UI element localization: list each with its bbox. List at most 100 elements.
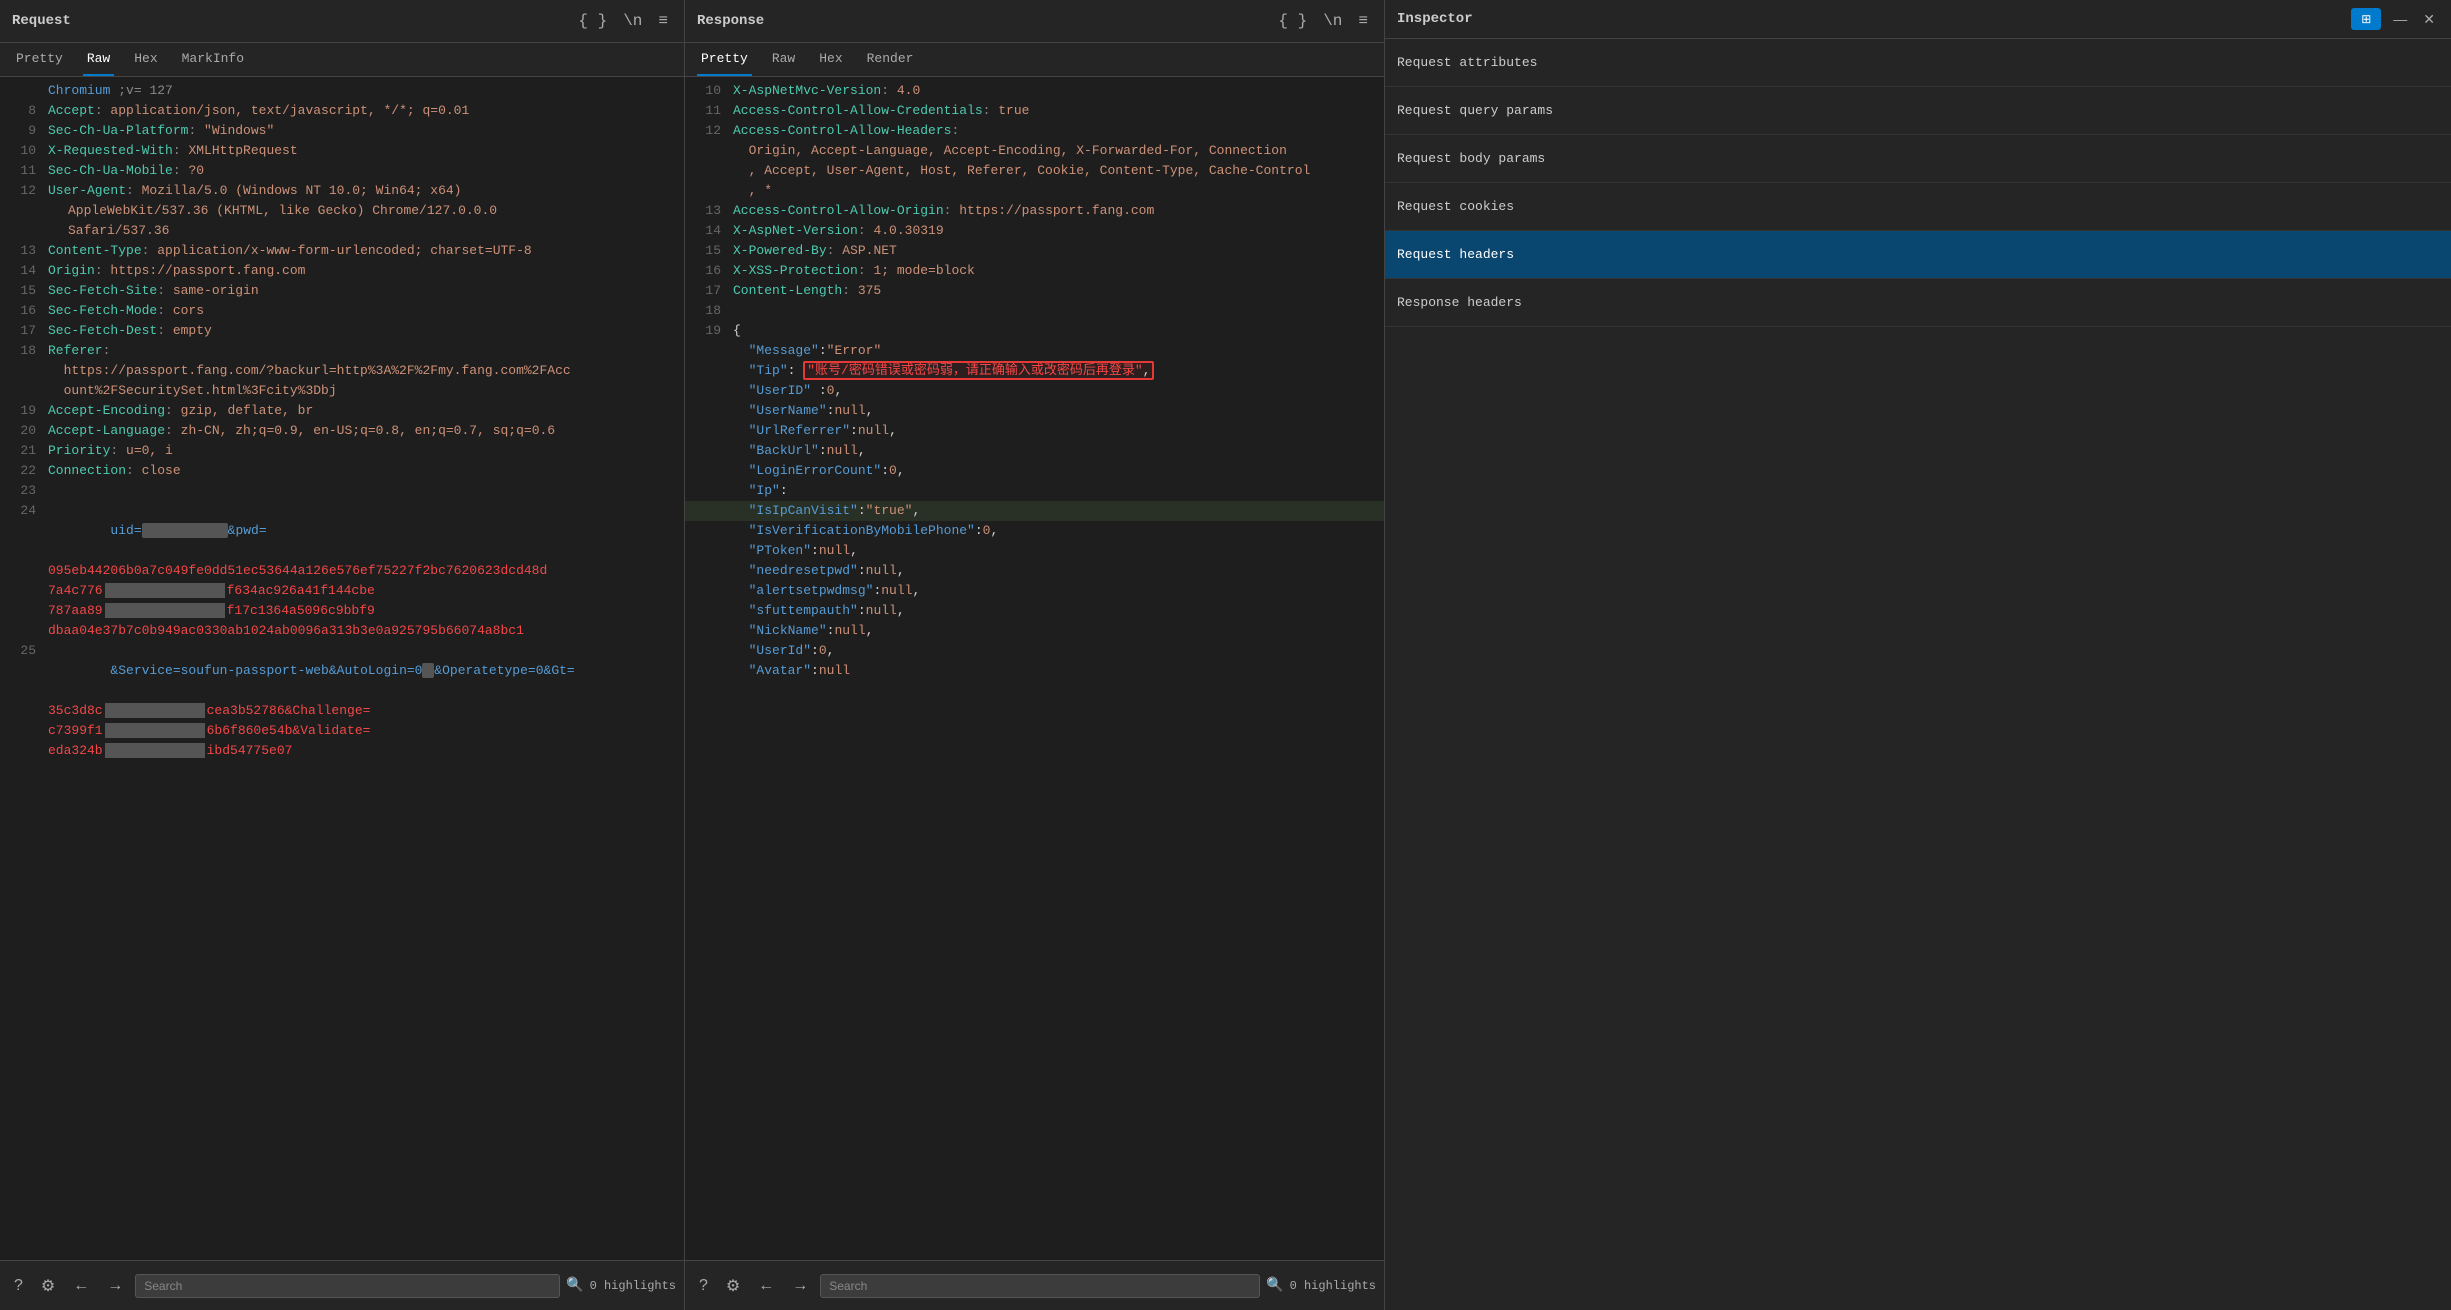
code-line: 14 X-AspNet-Version: 4.0.30319	[685, 221, 1384, 241]
inspector-item-response-headers[interactable]: Response headers	[1385, 279, 2451, 327]
code-line: "sfuttempauth":null,	[685, 601, 1384, 621]
request-toolbar: { } \n ≡	[574, 8, 672, 34]
code-line: Chromium ;v= 127	[0, 81, 684, 101]
code-line: 35c3d8ccea3b52786&Challenge=	[0, 701, 684, 721]
code-line: "IsVerificationByMobilePhone":0,	[685, 521, 1384, 541]
response-panel: Response { } \n ≡ Pretty Raw Hex Render …	[685, 0, 1385, 1310]
code-line: 20 Accept-Language: zh-CN, zh;q=0.9, en-…	[0, 421, 684, 441]
code-line: "UserName":null,	[685, 401, 1384, 421]
back-btn-response[interactable]: ←	[752, 1273, 780, 1299]
tab-pretty-response[interactable]: Pretty	[697, 43, 752, 76]
forward-btn[interactable]: →	[101, 1273, 129, 1299]
code-line: 13 Access-Control-Allow-Origin: https://…	[685, 201, 1384, 221]
settings-btn[interactable]: ⚙	[35, 1272, 61, 1300]
code-line: "BackUrl":null,	[685, 441, 1384, 461]
format-btn[interactable]: { }	[574, 8, 611, 34]
request-bottom-bar: ? ⚙ ← → 🔍 0 highlights	[0, 1260, 684, 1310]
code-line: "Ip":	[685, 481, 1384, 501]
code-line: 22 Connection: close	[0, 461, 684, 481]
newline-btn-response[interactable]: \n	[1319, 8, 1346, 34]
code-line: 11 Sec-Ch-Ua-Mobile: ?0	[0, 161, 684, 181]
request-title: Request	[12, 13, 71, 29]
code-line: 21 Priority: u=0, i	[0, 441, 684, 461]
code-line: "UserId":0,	[685, 641, 1384, 661]
code-line: "NickName":null,	[685, 621, 1384, 641]
response-title: Response	[697, 13, 764, 29]
code-line: 19 Accept-Encoding: gzip, deflate, br	[0, 401, 684, 421]
code-line: 23	[0, 481, 684, 501]
response-toolbar: { } \n ≡	[1274, 8, 1372, 34]
code-line: 25 &Service=soufun-passport-web&AutoLogi…	[0, 641, 684, 701]
tab-raw-response[interactable]: Raw	[768, 43, 799, 76]
code-line: 16 X-XSS-Protection: 1; mode=block	[685, 261, 1384, 281]
response-highlights: 0 highlights	[1290, 1279, 1376, 1293]
settings-btn-response[interactable]: ⚙	[720, 1272, 746, 1300]
response-header: Response { } \n ≡	[685, 0, 1384, 43]
forward-btn-response[interactable]: →	[786, 1273, 814, 1299]
code-line: 787aa89f17c1364a5096c9bbf9	[0, 601, 684, 621]
code-line: "LoginErrorCount":0,	[685, 461, 1384, 481]
inspector-panel: Inspector ⊞ — ✕ Request attributes Reque…	[1385, 0, 2451, 1310]
code-line: 19 {	[685, 321, 1384, 341]
request-search-input[interactable]	[135, 1274, 560, 1298]
code-line: eda324bibd54775e07	[0, 741, 684, 761]
help-btn-response[interactable]: ?	[693, 1273, 714, 1299]
code-line: 17 Sec-Fetch-Dest: empty	[0, 321, 684, 341]
code-line: 15 Sec-Fetch-Site: same-origin	[0, 281, 684, 301]
code-line: "Tip": "账号/密码错误或密码弱，请正确输入或改密码后再登录",	[685, 361, 1384, 381]
menu-btn-response[interactable]: ≡	[1354, 8, 1372, 34]
code-line: 15 X-Powered-By: ASP.NET	[685, 241, 1384, 261]
code-line: 17 Content-Length: 375	[685, 281, 1384, 301]
request-highlights: 0 highlights	[590, 1279, 676, 1293]
code-line: 11 Access-Control-Allow-Credentials: tru…	[685, 101, 1384, 121]
code-line: "IsIpCanVisit":"true",	[685, 501, 1384, 521]
code-line: "UserID" :0,	[685, 381, 1384, 401]
code-line: 10 X-AspNetMvc-Version: 4.0	[685, 81, 1384, 101]
tab-hex-response[interactable]: Hex	[815, 43, 846, 76]
code-line: AppleWebKit/537.36 (KHTML, like Gecko) C…	[0, 201, 684, 221]
response-tabs: Pretty Raw Hex Render	[685, 43, 1384, 77]
format-btn-response[interactable]: { }	[1274, 8, 1311, 34]
code-line: Safari/537.36	[0, 221, 684, 241]
request-code: Chromium ;v= 127 8 Accept: application/j…	[0, 77, 684, 1260]
tab-pretty-request[interactable]: Pretty	[12, 43, 67, 76]
code-line: 095eb44206b0a7c049fe0dd51ec53644a126e576…	[0, 561, 684, 581]
code-line: ount%2FSecuritySet.html%3Fcity%3Dbj	[0, 381, 684, 401]
inspector-view-btn[interactable]: ⊞	[2351, 8, 2381, 30]
inspector-item-request-attributes[interactable]: Request attributes	[1385, 39, 2451, 87]
code-line: 8 Accept: application/json, text/javascr…	[0, 101, 684, 121]
code-line: Origin, Accept-Language, Accept-Encoding…	[685, 141, 1384, 161]
code-line: https://passport.fang.com/?backurl=http%…	[0, 361, 684, 381]
help-btn[interactable]: ?	[8, 1273, 29, 1299]
tab-hex-request[interactable]: Hex	[130, 43, 161, 76]
code-line: 9 Sec-Ch-Ua-Platform: "Windows"	[0, 121, 684, 141]
response-code: 10 X-AspNetMvc-Version: 4.0 11 Access-Co…	[685, 77, 1384, 1260]
code-line: 14 Origin: https://passport.fang.com	[0, 261, 684, 281]
code-line: 10 X-Requested-With: XMLHttpRequest	[0, 141, 684, 161]
code-line: "Avatar":null	[685, 661, 1384, 681]
inspector-title: Inspector	[1397, 11, 2343, 27]
code-line: , Accept, User-Agent, Host, Referer, Coo…	[685, 161, 1384, 181]
code-line: "Message":"Error"	[685, 341, 1384, 361]
code-line: 18 Referer:	[0, 341, 684, 361]
tab-markinfo-request[interactable]: MarkInfo	[178, 43, 248, 76]
search-icon-response: 🔍	[1266, 1277, 1283, 1294]
response-search-input[interactable]	[820, 1274, 1260, 1298]
inspector-item-request-cookies[interactable]: Request cookies	[1385, 183, 2451, 231]
code-line: 18	[685, 301, 1384, 321]
code-line: 24 uid=██████████&pwd=	[0, 501, 684, 561]
tab-raw-request[interactable]: Raw	[83, 43, 114, 76]
inspector-item-request-headers[interactable]: Request headers	[1385, 231, 2451, 279]
newline-btn[interactable]: \n	[619, 8, 646, 34]
inspector-item-request-body[interactable]: Request body params	[1385, 135, 2451, 183]
menu-btn[interactable]: ≡	[654, 8, 672, 34]
code-line: 13 Content-Type: application/x-www-form-…	[0, 241, 684, 261]
code-line: 16 Sec-Fetch-Mode: cors	[0, 301, 684, 321]
tab-render-response[interactable]: Render	[863, 43, 918, 76]
code-line: dbaa04e37b7c0b949ac0330ab1024ab0096a313b…	[0, 621, 684, 641]
inspector-item-request-query[interactable]: Request query params	[1385, 87, 2451, 135]
back-btn[interactable]: ←	[67, 1273, 95, 1299]
code-line: "UrlReferrer":null,	[685, 421, 1384, 441]
inspector-minimize-btn[interactable]: —	[2389, 9, 2411, 29]
inspector-close-btn[interactable]: ✕	[2419, 9, 2439, 30]
